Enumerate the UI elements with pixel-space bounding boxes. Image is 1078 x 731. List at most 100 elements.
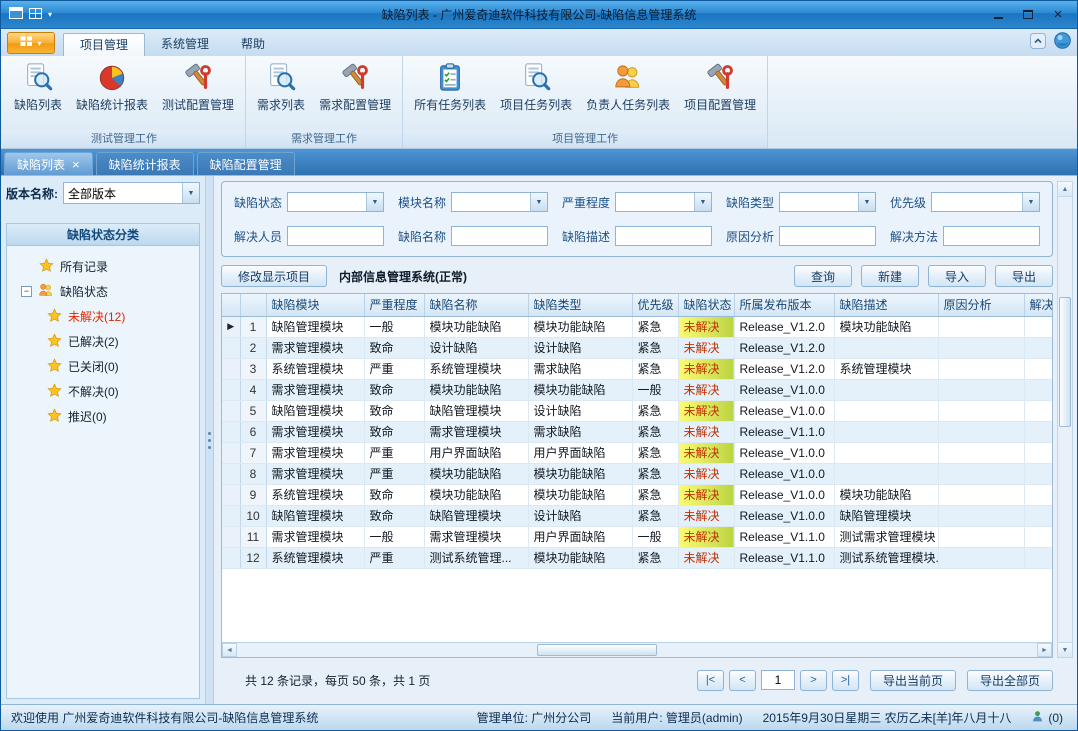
table-row[interactable]: 6需求管理模块致命需求管理模块需求缺陷紧急未解决Release_V1.1.0 bbox=[222, 421, 1052, 442]
column-header[interactable]: 优先级 bbox=[632, 294, 678, 316]
tab-defect-report[interactable]: 缺陷统计报表 bbox=[96, 152, 194, 175]
table-row[interactable]: 5缺陷管理模块致命缺陷管理模块设计缺陷紧急未解决Release_V1.0.0 bbox=[222, 400, 1052, 421]
splitter[interactable] bbox=[206, 176, 214, 704]
export-current-page-button[interactable]: 导出当前页 bbox=[870, 670, 956, 691]
tree-postponed[interactable]: 推迟(0) bbox=[7, 404, 199, 429]
filter-defect-desc-input[interactable] bbox=[615, 226, 712, 246]
cell: 模块功能缺陷 bbox=[528, 463, 632, 484]
table-row[interactable]: 7需求管理模块严重用户界面缺陷用户界面缺陷紧急未解决Release_V1.0.0 bbox=[222, 442, 1052, 463]
vertical-scroll-thumb[interactable] bbox=[1059, 297, 1071, 427]
column-header[interactable]: 缺陷名称 bbox=[424, 294, 528, 316]
prev-page-button[interactable]: < bbox=[729, 670, 756, 691]
column-header[interactable]: 原因分析 bbox=[938, 294, 1024, 316]
scroll-right-icon[interactable]: ► bbox=[1037, 643, 1052, 657]
owner-tasks-button[interactable]: 负责人任务列表 bbox=[579, 60, 677, 130]
scroll-left-icon[interactable]: ◄ bbox=[222, 643, 237, 657]
cell: 模块功能缺陷 bbox=[424, 463, 528, 484]
horizontal-scroll-thumb[interactable] bbox=[537, 644, 657, 656]
defect-report-button[interactable]: 缺陷统计报表 bbox=[69, 60, 155, 130]
cell bbox=[834, 463, 938, 484]
version-select[interactable]: 全部版本 ▼ bbox=[63, 182, 200, 204]
quick-access-dropdown-icon[interactable]: ▾ bbox=[48, 10, 52, 19]
chevron-down-icon[interactable]: ▼ bbox=[366, 193, 383, 211]
tab-system-management[interactable]: 系统管理 bbox=[145, 33, 225, 56]
filter-defect-type-select[interactable]: ▼ bbox=[779, 192, 876, 212]
chevron-down-icon[interactable]: ▼ bbox=[530, 193, 547, 211]
table-row[interactable]: 2需求管理模块致命设计缺陷设计缺陷紧急未解决Release_V1.2.0 bbox=[222, 337, 1052, 358]
next-page-button[interactable]: > bbox=[800, 670, 827, 691]
new-button[interactable]: 新建 bbox=[861, 265, 919, 287]
search-button[interactable]: 查询 bbox=[794, 265, 852, 287]
table-row[interactable]: 8需求管理模块严重模块功能缺陷模块功能缺陷紧急未解决Release_V1.0.0 bbox=[222, 463, 1052, 484]
tree-closed[interactable]: 已关闭(0) bbox=[7, 354, 199, 379]
filter-module-name-select[interactable]: ▼ bbox=[451, 192, 548, 212]
cell: 测试系统管理... bbox=[424, 547, 528, 568]
modify-display-button[interactable]: 修改显示项目 bbox=[221, 265, 327, 287]
current-row-icon: ▶ bbox=[227, 321, 234, 331]
maximize-button[interactable] bbox=[1013, 5, 1043, 25]
chevron-down-icon[interactable]: ▼ bbox=[182, 183, 199, 203]
tree-resolved[interactable]: 已解决(2) bbox=[7, 329, 199, 354]
table-row[interactable]: 10缺陷管理模块致命缺陷管理模块设计缺陷紧急未解决Release_V1.0.0缺… bbox=[222, 505, 1052, 526]
project-tasks-button[interactable]: 项目任务列表 bbox=[493, 60, 579, 130]
tree-all-records[interactable]: 所有记录 bbox=[7, 254, 199, 279]
column-header[interactable]: 严重程度 bbox=[364, 294, 424, 316]
requirement-config-button[interactable]: 需求配置管理 bbox=[312, 60, 398, 130]
tab-defect-config[interactable]: 缺陷配置管理 bbox=[197, 152, 295, 175]
horizontal-scrollbar[interactable]: ◄ ► bbox=[222, 642, 1052, 657]
application-menu-button[interactable]: ▾ bbox=[7, 32, 55, 54]
chevron-down-icon[interactable]: ▼ bbox=[1022, 193, 1039, 211]
table-row[interactable]: 3系统管理模块严重系统管理模块需求缺陷紧急未解决Release_V1.2.0系统… bbox=[222, 358, 1052, 379]
table-row[interactable]: 9系统管理模块致命模块功能缺陷模块功能缺陷紧急未解决Release_V1.0.0… bbox=[222, 484, 1052, 505]
table-row[interactable]: 4需求管理模块致命模块功能缺陷模块功能缺陷一般未解决Release_V1.0.0 bbox=[222, 379, 1052, 400]
filter-solution-input[interactable] bbox=[943, 226, 1040, 246]
table-row[interactable]: ▶1缺陷管理模块一般模块功能缺陷模块功能缺陷紧急未解决Release_V1.2.… bbox=[222, 316, 1052, 337]
test-config-button[interactable]: 测试配置管理 bbox=[155, 60, 241, 130]
column-header[interactable]: 缺陷类型 bbox=[528, 294, 632, 316]
export-button[interactable]: 导出 bbox=[995, 265, 1053, 287]
column-header[interactable]: 解决方法 bbox=[1024, 294, 1052, 316]
chevron-down-icon[interactable]: ▼ bbox=[858, 193, 875, 211]
column-header[interactable]: 缺陷状态 bbox=[678, 294, 734, 316]
collapse-ribbon-icon[interactable] bbox=[1030, 33, 1046, 52]
export-all-pages-button[interactable]: 导出全部页 bbox=[967, 670, 1053, 691]
table-row[interactable]: 11需求管理模块一般需求管理模块用户界面缺陷一般未解决Release_V1.1.… bbox=[222, 526, 1052, 547]
vertical-scrollbar[interactable]: ▲ ▼ bbox=[1057, 181, 1073, 658]
tree-unresolved[interactable]: 未解决(12) bbox=[7, 304, 199, 329]
table-row[interactable]: 12系统管理模块严重测试系统管理...模块功能缺陷紧急未解决Release_V1… bbox=[222, 547, 1052, 568]
column-header[interactable]: 所属发布版本 bbox=[734, 294, 834, 316]
import-button[interactable]: 导入 bbox=[928, 265, 986, 287]
tree-wontfix[interactable]: 不解决(0) bbox=[7, 379, 199, 404]
last-page-button[interactable]: >| bbox=[832, 670, 859, 691]
help-icon[interactable] bbox=[1054, 32, 1071, 52]
cell: 未解决 bbox=[678, 358, 734, 379]
app-window-icon[interactable] bbox=[9, 7, 23, 22]
chevron-down-icon[interactable]: ▼ bbox=[694, 193, 711, 211]
scroll-up-icon[interactable]: ▲ bbox=[1058, 182, 1072, 197]
tab-project-management[interactable]: 项目管理 bbox=[63, 33, 145, 56]
tab-help[interactable]: 帮助 bbox=[225, 33, 281, 56]
tab-close-icon[interactable]: × bbox=[72, 158, 80, 171]
filter-defect-name-input[interactable] bbox=[451, 226, 548, 246]
requirement-list-button[interactable]: 需求列表 bbox=[250, 60, 312, 130]
collapse-icon[interactable]: − bbox=[21, 286, 32, 297]
filter-severity-select[interactable]: ▼ bbox=[615, 192, 712, 212]
minimize-button[interactable] bbox=[983, 5, 1013, 25]
grid-view-icon[interactable] bbox=[29, 8, 42, 22]
page-number-input[interactable] bbox=[761, 670, 795, 690]
filter-cause-analysis-input[interactable] bbox=[779, 226, 876, 246]
close-button[interactable]: × bbox=[1043, 5, 1073, 25]
filter-resolver-input[interactable] bbox=[287, 226, 384, 246]
column-header[interactable]: 缺陷模块 bbox=[266, 294, 364, 316]
first-page-button[interactable]: |< bbox=[697, 670, 724, 691]
filter-row-1: 缺陷状态▼模块名称▼严重程度▼缺陷类型▼优先级▼ bbox=[234, 191, 1040, 213]
tab-defect-list[interactable]: 缺陷列表× bbox=[4, 152, 93, 175]
scroll-down-icon[interactable]: ▼ bbox=[1058, 642, 1072, 657]
defect-list-button[interactable]: 缺陷列表 bbox=[7, 60, 69, 130]
tree-defect-status[interactable]: −缺陷状态 bbox=[7, 279, 199, 304]
column-header[interactable]: 缺陷描述 bbox=[834, 294, 938, 316]
filter-priority-select[interactable]: ▼ bbox=[931, 192, 1040, 212]
project-config-button[interactable]: 项目配置管理 bbox=[677, 60, 763, 130]
filter-defect-status-select[interactable]: ▼ bbox=[287, 192, 384, 212]
all-tasks-button[interactable]: 所有任务列表 bbox=[407, 60, 493, 130]
